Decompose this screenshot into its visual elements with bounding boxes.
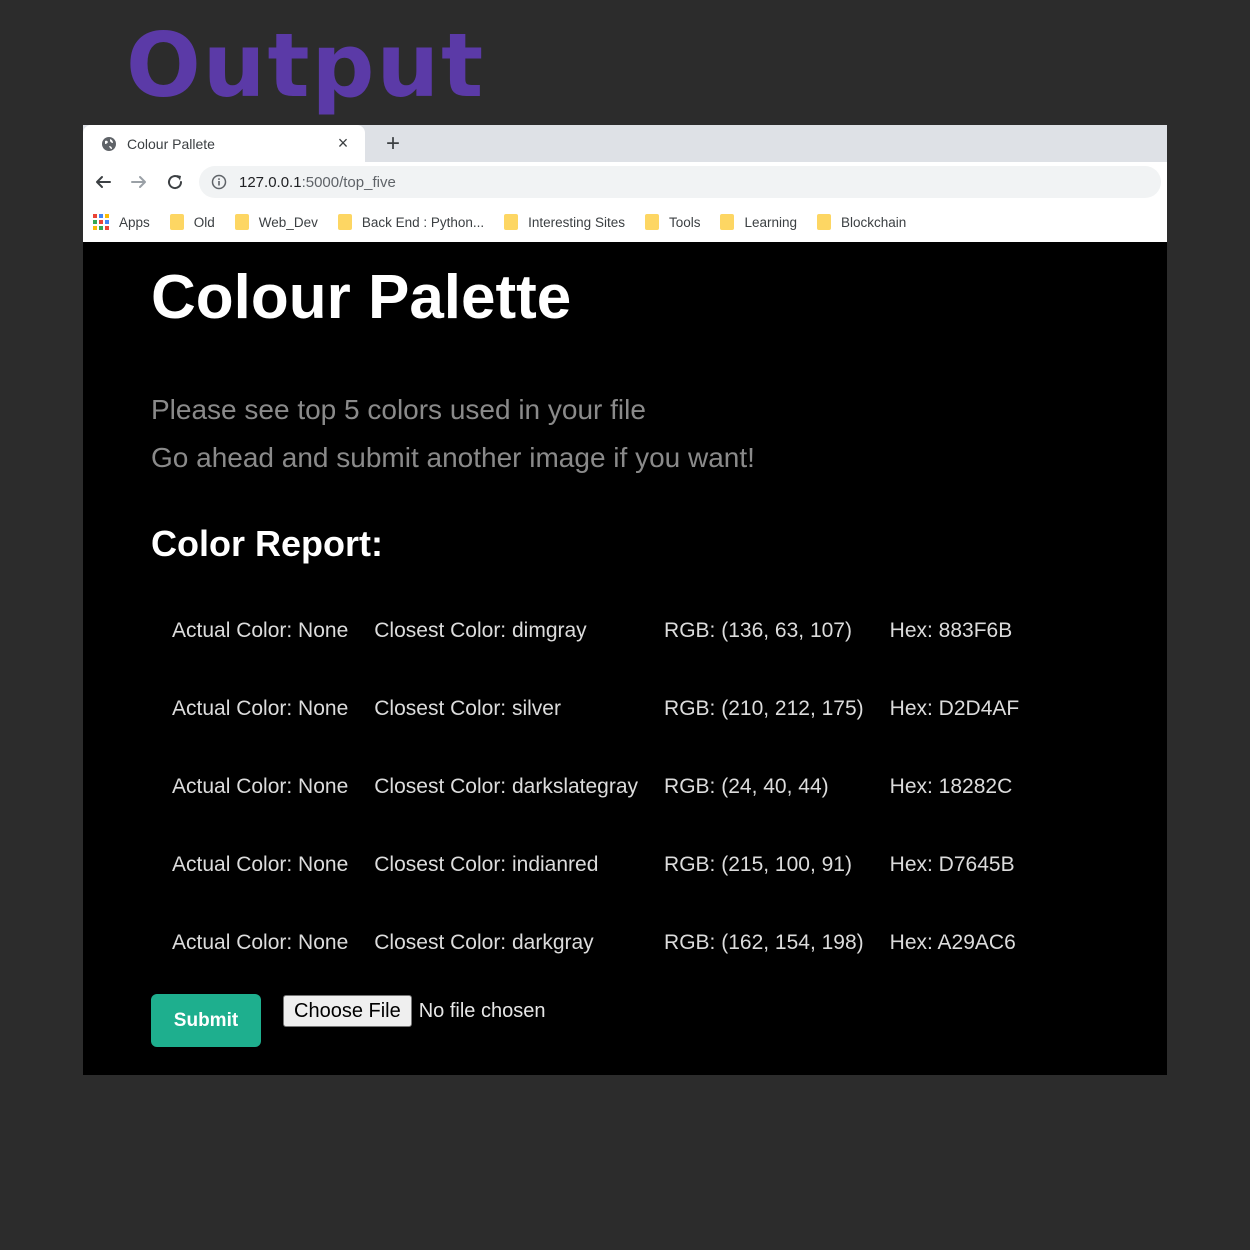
rgb-cell: RGB: (162, 154, 198) xyxy=(664,931,864,954)
folder-icon xyxy=(337,214,352,230)
folder-icon xyxy=(234,214,249,230)
bookmark-interesting-sites[interactable]: Interesting Sites xyxy=(504,214,625,230)
file-input[interactable]: Choose File No file chosen xyxy=(283,994,545,1028)
closest-color-cell: Closest Color: silver xyxy=(374,697,561,720)
rgb-cell: RGB: (215, 100, 91) xyxy=(664,853,852,876)
bookmark-label: Tools xyxy=(668,214,701,230)
folder-icon xyxy=(720,214,735,230)
no-file-chosen-text: No file chosen xyxy=(418,999,546,1022)
folder-icon xyxy=(817,214,832,230)
hex-cell: Hex: 18282C xyxy=(889,775,1013,798)
color-report-table: Actual Color: None Closest Color: dimgra… xyxy=(151,592,1045,982)
table-row: Actual Color: None Closest Color: silver… xyxy=(151,670,1045,748)
new-tab-button[interactable]: + xyxy=(379,130,407,158)
bookmark-label: Interesting Sites xyxy=(528,214,625,230)
browser-window: Colour Pallete × + 127.0.0.1:5000/top_fi… xyxy=(83,125,1167,1075)
hex-cell: Hex: D7645B xyxy=(889,853,1015,876)
address-bar[interactable]: 127.0.0.1:5000/top_five xyxy=(199,166,1161,198)
hex-cell: Hex: D2D4AF xyxy=(889,697,1020,720)
back-arrow-icon[interactable] xyxy=(91,170,115,194)
report-heading: Color Report: xyxy=(151,523,383,564)
bookmark-tools[interactable]: Tools xyxy=(644,214,701,230)
bookmark-label: Apps xyxy=(119,214,150,230)
globe-icon xyxy=(101,136,117,152)
bookmark-learning[interactable]: Learning xyxy=(720,214,797,230)
folder-icon xyxy=(644,214,659,230)
browser-toolbar: 127.0.0.1:5000/top_five xyxy=(83,162,1167,202)
actual-color-cell: Actual Color: None xyxy=(172,931,349,954)
lead-line-2: Go ahead and submit another image if you… xyxy=(151,442,755,473)
closest-color-cell: Closest Color: indianred xyxy=(374,853,599,876)
url-text: 127.0.0.1:5000/top_five xyxy=(239,174,396,191)
bookmark-blockchain[interactable]: Blockchain xyxy=(817,214,906,230)
table-row: Actual Color: None Closest Color: dimgra… xyxy=(151,592,1045,670)
choose-file-button[interactable]: Choose File xyxy=(283,995,412,1027)
browser-tab[interactable]: Colour Pallete × xyxy=(83,125,365,162)
actual-color-cell: Actual Color: None xyxy=(172,697,349,720)
output-heading: Output xyxy=(126,14,486,117)
info-icon[interactable] xyxy=(211,174,227,190)
bookmark-label: Web_Dev xyxy=(258,214,318,230)
actual-color-cell: Actual Color: None xyxy=(172,775,349,798)
tab-title: Colour Pallete xyxy=(127,135,215,152)
closest-color-cell: Closest Color: darkslategray xyxy=(374,775,639,798)
upload-form: Submit Choose File No file chosen xyxy=(151,994,1167,1047)
closest-color-cell: Closest Color: dimgray xyxy=(374,619,587,642)
poster: Output Colour Pallete × + 127.0.0.1:5000… xyxy=(0,0,1250,1250)
bookmark-label: Old xyxy=(193,214,215,230)
folder-icon xyxy=(504,214,519,230)
hex-cell: Hex: A29AC6 xyxy=(889,931,1016,954)
folder-icon xyxy=(169,214,184,230)
url-host: 127.0.0.1 xyxy=(239,173,302,191)
table-row: Actual Color: None Closest Color: indian… xyxy=(151,826,1045,904)
reload-icon[interactable] xyxy=(163,170,187,194)
bookmark-back-end-python[interactable]: Back End : Python... xyxy=(337,214,485,230)
page-content: Colour Palette Please see top 5 colors u… xyxy=(83,242,1167,1047)
bookmark-old[interactable]: Old xyxy=(169,214,215,230)
table-row: Actual Color: None Closest Color: darkgr… xyxy=(151,904,1045,982)
tab-strip: Colour Pallete × + xyxy=(83,125,1167,162)
bookmark-label: Learning xyxy=(744,214,798,230)
url-path: :5000/top_five xyxy=(301,173,396,191)
lead-text: Please see top 5 colors used in your fil… xyxy=(151,386,1167,482)
forward-arrow-icon[interactable] xyxy=(127,170,151,194)
actual-color-cell: Actual Color: None xyxy=(172,619,349,642)
lead-line-1: Please see top 5 colors used in your fil… xyxy=(151,394,646,425)
bookmark-label: Back End : Python... xyxy=(361,214,485,230)
bookmark-apps[interactable]: Apps xyxy=(93,214,150,230)
rgb-cell: RGB: (210, 212, 175) xyxy=(664,697,864,720)
hex-cell: Hex: 883F6B xyxy=(889,619,1013,642)
actual-color-cell: Actual Color: None xyxy=(172,853,349,876)
bookmark-web-dev[interactable]: Web_Dev xyxy=(234,214,318,230)
rgb-cell: RGB: (136, 63, 107) xyxy=(664,619,852,642)
bookmark-label: Blockchain xyxy=(841,214,907,230)
submit-button[interactable]: Submit xyxy=(151,994,261,1047)
closest-color-cell: Closest Color: darkgray xyxy=(374,931,594,954)
page-title: Colour Palette xyxy=(151,263,572,332)
table-row: Actual Color: None Closest Color: darksl… xyxy=(151,748,1045,826)
apps-grid-icon xyxy=(93,214,109,230)
close-icon[interactable]: × xyxy=(335,133,351,153)
bookmarks-bar: Apps Old Web_Dev Back End : Python... In… xyxy=(83,202,1167,242)
rgb-cell: RGB: (24, 40, 44) xyxy=(664,775,829,798)
